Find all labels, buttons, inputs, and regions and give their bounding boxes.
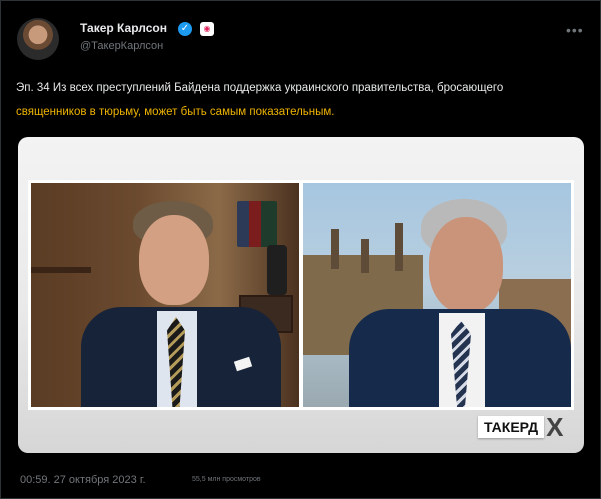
- right-video-panel: [303, 183, 571, 407]
- left-video-panel: [31, 183, 299, 407]
- logo-text: ТАКЕРД: [478, 416, 545, 438]
- verified-check-icon[interactable]: ✓: [178, 22, 192, 36]
- author-name[interactable]: Такер Карлсон: [80, 21, 167, 35]
- tweet-text-line-2: священников в тюрьму, может быть самым п…: [16, 106, 335, 118]
- more-options-icon[interactable]: •••: [566, 22, 584, 38]
- guest-figure: [331, 199, 571, 407]
- post-timestamp[interactable]: 00:59. 27 октября 2023 г.: [20, 474, 146, 486]
- affiliation-badge-icon[interactable]: ◉: [200, 22, 214, 36]
- author-handle[interactable]: @ТакерКарлсон: [80, 40, 163, 52]
- video-media[interactable]: ТАКЕРД X: [18, 137, 584, 453]
- view-count: 55,5 млн просмотров: [192, 476, 261, 483]
- avatar[interactable]: [17, 18, 59, 60]
- host-figure: [81, 201, 281, 407]
- takerd-x-logo: ТАКЕРД X: [478, 414, 571, 440]
- logo-x-mark: X: [546, 412, 564, 442]
- split-screen-frame: [28, 180, 574, 410]
- tweet-text-line-1: Эп. 34 Из всех преступлений Байдена подд…: [16, 82, 504, 94]
